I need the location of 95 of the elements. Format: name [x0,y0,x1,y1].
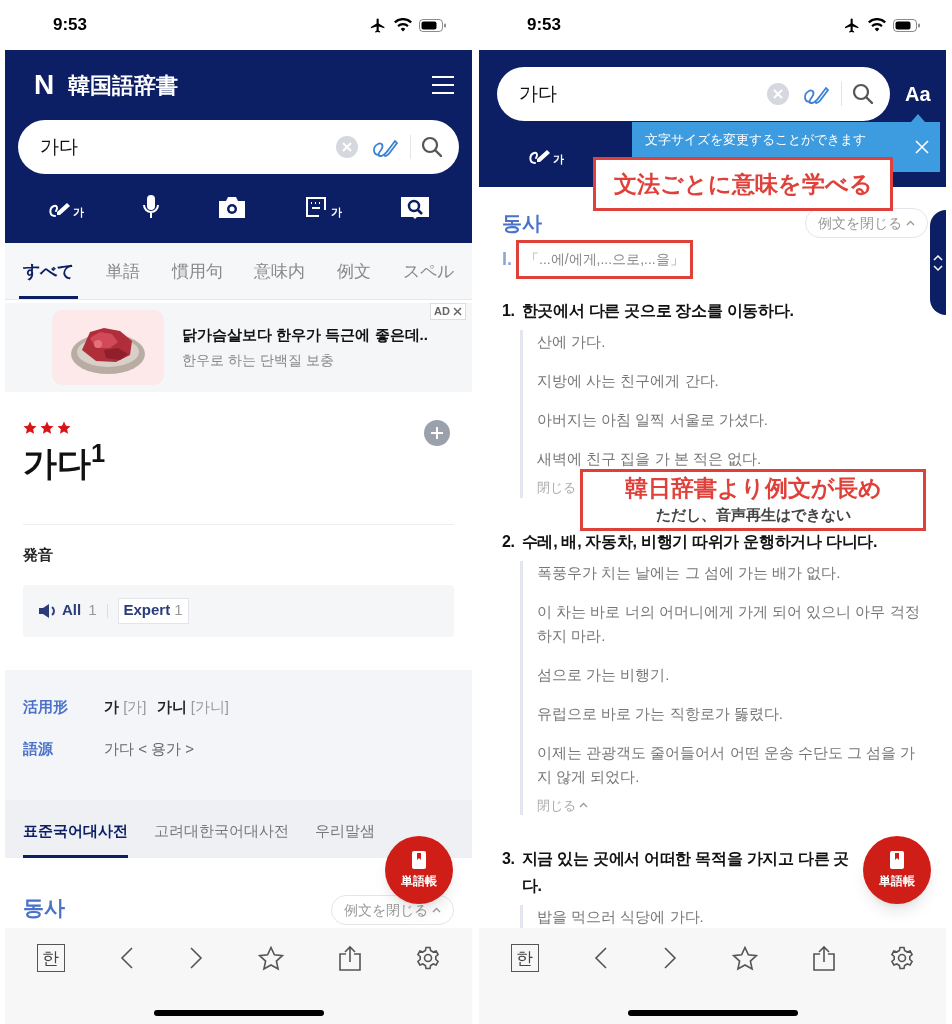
sense-number: 1. [502,301,515,321]
example-sentence: 유럽으로 바로 가는 직항로가 뚫렸다. [537,703,784,724]
font-size-button[interactable]: Aa [905,79,931,109]
back-icon[interactable] [119,946,134,970]
callout-title: 韓日辞書より例文が長め [624,473,882,502]
example-sentence: 섬으로 가는 비행기. [537,664,671,685]
share-icon[interactable] [813,945,836,971]
star-rating-icon [40,421,54,435]
scroll-handle[interactable] [930,210,946,315]
section-label: 発音 [23,545,53,565]
book-search-icon [400,195,431,219]
app-title: 韓国語辞書 [68,71,179,100]
search-text: 가다 [519,81,558,106]
example-sentence: 밥을 먹으러 식당에 가다. [537,907,705,927]
hangul-key[interactable]: 한 [36,944,65,972]
conjugated-form: 가니 [156,697,187,715]
add-icon[interactable] [424,420,450,446]
status-time: 9:53 [526,14,562,37]
form-reading: [가] [123,697,147,715]
grammar-pattern: 「...에/에게,...으로,...을」 [516,240,693,279]
sense-number: 3. [502,849,515,869]
star-rating-icon [57,421,71,435]
camera-tool-button[interactable] [217,195,248,219]
ad-title: 닭가슴살보다 한우가 득근에 좋은데.. [182,324,428,345]
handwriting-tool-button[interactable]: 가 [527,143,564,165]
forward-icon[interactable] [188,946,203,970]
star-icon[interactable] [732,945,759,971]
star-rating-icon [23,421,37,435]
caret-icon [906,220,915,226]
example-sentence: 이 차는 바로 너의 어머니에게 가게 되어 있으니 아무 걱정 하지 마라. [537,601,921,646]
example-sentence: 아버지는 아침 일찍 서울로 가셨다. [537,410,769,430]
dictionary-tab[interactable]: 우리말샘 [315,808,375,858]
sense-group-numeral: I. [502,248,512,271]
wifi-icon [394,18,412,32]
definition-text: 한곳에서 다른 곳으로 장소를 이동하다. [521,301,794,321]
example-sentence: 산에 가다. [537,332,607,352]
voice-tool-button[interactable] [141,194,160,220]
form-reading: [가니] [190,697,230,715]
dictionary-tab[interactable]: 고려대한국어대사전 [154,808,289,858]
battery-icon [893,18,920,32]
airplane-icon [843,16,861,34]
search-icon[interactable] [852,83,874,105]
headword: 가다$^{1}$ [23,441,106,484]
logo[interactable]: N [34,71,55,99]
sense-number: 2. [502,531,515,552]
etymology-text: 가다 < 용가 > [104,738,195,759]
example-sentence: 이제는 관광객도 줄어들어서 어떤 운송 수단도 그 섬을 가지 않게 되었다. [537,742,917,787]
part-of-speech: 동사 [23,894,65,921]
book-tool-button[interactable] [400,195,431,219]
row-label: 活用形 [23,696,69,717]
search-text: 가다 [40,134,79,159]
search-icon[interactable] [421,136,443,158]
settings-icon[interactable] [416,946,441,970]
definition-text: 수레, 배, 자동차, 비행기 따위가 운행하거나 다니다. [521,531,878,552]
definition-text: 다. [521,876,542,896]
tab[interactable]: すべて [19,243,78,299]
example-sentence: 새벽에 친구 집을 가 본 적은 없다. [537,449,763,469]
row-label: 語源 [23,738,54,759]
ad-banner[interactable]: 닭가슴살보다 한우가 득근에 좋은데.. 한우로 하는 단백질 보충 AD [5,303,472,392]
settings-icon[interactable] [890,946,915,970]
speaker-icon [38,602,58,619]
expert-button[interactable]: Expert 1 [117,597,189,624]
search-field[interactable]: 가다 [497,67,890,121]
ad-label: AD [434,306,450,317]
callout-title: 文法ごとに意味を学べる [613,170,873,198]
microphone-icon [141,194,160,220]
star-icon[interactable] [258,945,285,971]
up-down-icon [933,252,943,273]
play-all-button[interactable]: All 1 [38,599,97,622]
back-icon[interactable] [593,946,608,970]
bookmark-icon [412,850,426,869]
keyboard-tool-button[interactable]: 가 [305,196,343,218]
part-of-speech: 동사 [502,211,542,236]
share-icon[interactable] [339,945,362,971]
callout-subtitle: ただし、音声再生はできない [655,504,851,525]
hangul-key[interactable]: 한 [510,944,539,972]
airplane-icon [369,16,387,34]
forward-icon[interactable] [662,946,677,970]
search-field[interactable]: 가다 [18,120,459,174]
wifi-icon [868,18,886,32]
bookmark-icon [890,850,904,869]
example-sentence: 지방에 사는 친구에게 간다. [537,371,720,391]
menu-icon[interactable] [431,75,455,95]
handwriting-tool-button[interactable]: 가 [46,196,84,218]
caret-icon [579,802,588,809]
conjugated-form: 가 [104,697,119,715]
caret-icon [432,907,441,913]
ad-subtitle: 한우로 하는 단백질 보충 [182,351,335,371]
definition-text: 지금 있는 곳에서 어떠한 목적을 가지고 다른 곳 [521,849,850,869]
example-sentence: 폭풍우가 치는 날에는 그 섬에 가는 배가 없다. [537,562,842,583]
status-time: 9:53 [52,14,88,37]
camera-icon [217,195,248,219]
close-icon[interactable] [453,307,462,316]
tooltip-text: 文字サイズを変更することができます [645,131,866,149]
battery-icon [419,18,446,32]
